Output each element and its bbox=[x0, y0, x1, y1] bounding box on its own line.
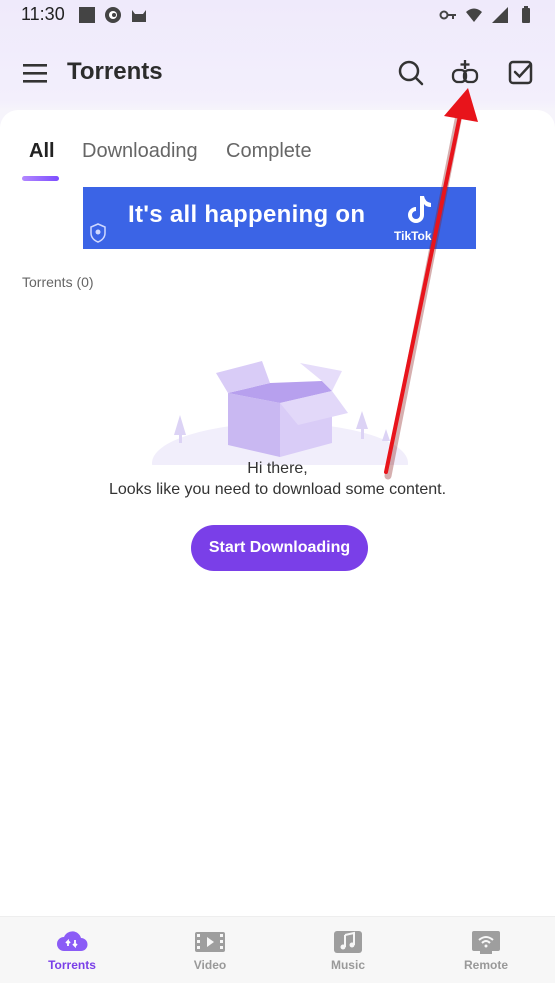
tiktok-logo-icon bbox=[408, 196, 431, 223]
nav-label-video: Video bbox=[193, 958, 227, 972]
status-time: 11:30 bbox=[21, 4, 65, 24]
tab-all[interactable]: All bbox=[29, 140, 55, 163]
empty-state-greeting: Hi there, bbox=[247, 460, 308, 477]
vpn-key-icon bbox=[439, 10, 456, 20]
status-notification-icons bbox=[78, 6, 148, 24]
tab-bar: All Downloading Complete bbox=[0, 140, 555, 184]
nav-label-torrents: Torrents bbox=[48, 958, 96, 972]
page-title: Torrents bbox=[67, 58, 163, 85]
browser-icon bbox=[105, 7, 121, 23]
film-icon bbox=[195, 932, 225, 952]
empty-box-illustration bbox=[152, 361, 408, 465]
add-link-icon[interactable] bbox=[450, 58, 480, 88]
content-card: All Downloading Complete It's all happen… bbox=[0, 110, 555, 916]
select-check-icon[interactable] bbox=[506, 58, 536, 88]
tab-downloading[interactable]: Downloading bbox=[82, 140, 198, 163]
square-icon bbox=[79, 7, 95, 23]
battery-icon bbox=[522, 6, 530, 23]
ad-brand: TikTok bbox=[394, 229, 432, 243]
ad-text: It's all happening on bbox=[128, 201, 366, 228]
nav-label-music: Music bbox=[330, 958, 365, 972]
nav-item-remote[interactable]: Remote bbox=[441, 929, 531, 972]
nav-item-torrents[interactable]: Torrents bbox=[27, 929, 117, 972]
shield-icon bbox=[90, 223, 106, 243]
remote-wifi-icon bbox=[472, 931, 500, 954]
status-bar: 11:30 bbox=[0, 0, 555, 30]
wifi-icon bbox=[466, 8, 482, 22]
ad-banner[interactable]: It's all happening on TikTok bbox=[83, 187, 476, 249]
status-system-icons bbox=[439, 6, 535, 24]
music-note-icon bbox=[334, 931, 362, 953]
app-bar: Torrents bbox=[0, 40, 555, 104]
nav-item-video[interactable]: Video bbox=[165, 929, 255, 972]
tab-complete[interactable]: Complete bbox=[226, 140, 312, 163]
empty-state-message: Looks like you need to download some con… bbox=[108, 481, 447, 498]
search-icon[interactable] bbox=[396, 58, 426, 88]
nav-item-music[interactable]: Music bbox=[303, 929, 393, 972]
cloud-upload-icon bbox=[57, 931, 88, 951]
app-screen: 11:30 Torrents All Downloading Complete … bbox=[0, 0, 555, 983]
start-downloading-button[interactable]: Start Downloading bbox=[191, 525, 368, 571]
nav-label-remote: Remote bbox=[463, 958, 508, 972]
menu-icon[interactable] bbox=[20, 58, 50, 88]
active-tab-indicator bbox=[22, 176, 59, 181]
bottom-navigation: Torrents Video Music Remote bbox=[0, 916, 555, 983]
signal-icon bbox=[492, 7, 508, 23]
android-cat-icon bbox=[132, 10, 146, 22]
torrent-count-label: Torrents (0) bbox=[22, 274, 94, 290]
